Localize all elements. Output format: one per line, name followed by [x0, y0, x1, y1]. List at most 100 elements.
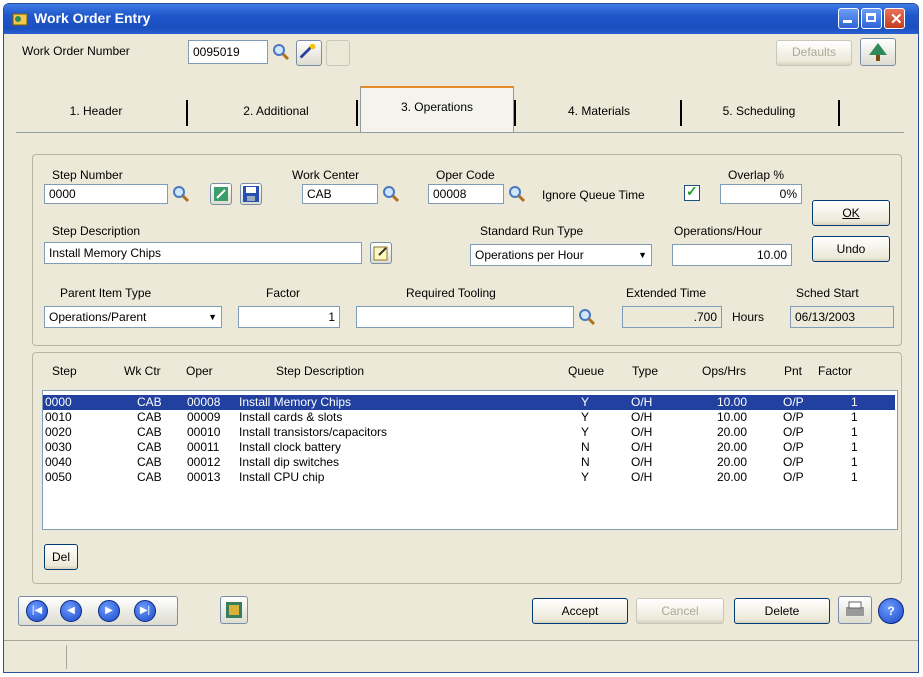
save-step-button[interactable] — [240, 183, 262, 205]
extended-time-label: Extended Time — [626, 286, 707, 300]
cancel-button[interactable]: Cancel — [636, 598, 724, 624]
table-row[interactable]: 0040 CAB 00012 Install dip switches N O/… — [43, 455, 895, 470]
cell-queue: Y — [581, 395, 590, 409]
tab-materials[interactable]: 4. Materials — [518, 92, 680, 130]
column-header-oper[interactable]: Oper — [186, 364, 213, 378]
operations-per-hour-input[interactable]: 10.00 — [672, 244, 792, 266]
tab-separator — [514, 100, 516, 126]
factor-input[interactable]: 1 — [238, 306, 340, 328]
tab-header[interactable]: 1. Header — [16, 92, 176, 130]
cell-pnt: O/P — [783, 410, 804, 424]
edit-step-button[interactable] — [210, 183, 232, 205]
cell-oper: 00008 — [187, 395, 221, 409]
blank-button[interactable] — [326, 40, 350, 66]
cell-pnt: O/P — [783, 440, 804, 454]
close-button[interactable]: ✕ — [884, 8, 905, 29]
table-row[interactable]: 0010 CAB 00009 Install cards & slots Y O… — [43, 410, 895, 425]
setup-button[interactable] — [860, 38, 896, 66]
work-center-lookup-icon[interactable] — [382, 185, 400, 203]
maximize-button[interactable] — [861, 8, 882, 29]
table-row[interactable]: 0020 CAB 00010 Install transistors/capac… — [43, 425, 895, 440]
delete-button[interactable]: Delete — [734, 598, 830, 624]
cell-step: 0050 — [45, 470, 72, 484]
cell-description: Install Memory Chips — [239, 395, 352, 409]
cell-wk-ctr: CAB — [137, 455, 162, 469]
column-header-wk-ctr[interactable]: Wk Ctr — [124, 364, 161, 378]
ignore-queue-time-checkbox[interactable]: ✓ — [684, 183, 700, 201]
table-row[interactable]: 0030 CAB 00011 Install clock battery N O… — [43, 440, 895, 455]
column-header-queue[interactable]: Queue — [568, 364, 604, 378]
column-header-step[interactable]: Step — [52, 364, 77, 378]
undo-label: Undo — [836, 242, 866, 256]
defaults-button[interactable]: Defaults — [776, 40, 852, 66]
tab-operations[interactable]: 3. Operations — [360, 86, 514, 132]
step-memo-button[interactable] — [370, 242, 392, 264]
cell-step: 0000 — [45, 395, 72, 409]
cell-pnt: O/P — [783, 395, 804, 409]
column-header-factor[interactable]: Factor — [818, 364, 852, 378]
tab-separator — [680, 100, 682, 126]
step-lookup-icon[interactable] — [172, 185, 190, 203]
work-order-lookup-icon[interactable] — [272, 43, 290, 61]
cell-description: Install cards & slots — [239, 410, 343, 424]
work-order-number-label: Work Order Number — [22, 44, 130, 58]
edit-icon — [214, 187, 228, 201]
standard-run-type-select[interactable]: Operations per Hour ▼ — [470, 244, 652, 266]
memo-manager-button[interactable] — [220, 596, 248, 624]
required-tooling-input[interactable] — [356, 306, 574, 328]
column-header-step-description[interactable]: Step Description — [276, 364, 364, 378]
step-description-input[interactable]: Install Memory Chips — [44, 242, 362, 264]
print-button[interactable] — [838, 596, 872, 624]
cell-queue: Y — [581, 410, 590, 424]
work-order-number-input[interactable]: 0095019 — [188, 40, 268, 64]
sched-start-value: 06/13/2003 — [790, 306, 894, 328]
last-record-icon[interactable]: ▶| — [134, 600, 156, 622]
parent-item-type-label: Parent Item Type — [60, 286, 152, 300]
tab-scheduling[interactable]: 5. Scheduling — [684, 92, 834, 130]
dropdown-arrow-icon: ▼ — [208, 312, 217, 322]
cell-oper: 00013 — [187, 470, 221, 484]
cell-description: Install clock battery — [239, 440, 342, 454]
cell-wk-ctr: CAB — [137, 425, 162, 439]
status-bar — [4, 640, 918, 672]
work-order-entry-window: Work Order Entry ✕ Work Order Number 009… — [3, 3, 919, 673]
tab-separator — [356, 100, 358, 126]
accept-button[interactable]: Accept — [532, 598, 628, 624]
column-header-ops-hrs[interactable]: Ops/Hrs — [702, 364, 746, 378]
memo-icon — [373, 246, 388, 261]
cell-type: O/H — [631, 410, 653, 424]
undo-button[interactable]: Undo — [812, 236, 890, 262]
column-header-pnt[interactable]: Pnt — [784, 364, 802, 378]
cell-description: Install transistors/capacitors — [239, 425, 388, 439]
table-row[interactable]: 0000 CAB 00008 Install Memory Chips Y O/… — [43, 395, 895, 410]
ok-button[interactable]: OK — [812, 200, 890, 226]
tooling-lookup-icon[interactable] — [578, 308, 596, 326]
step-description-label: Step Description — [52, 224, 141, 238]
title-bar[interactable]: Work Order Entry ✕ — [4, 4, 918, 34]
help-icon[interactable]: ? — [878, 598, 904, 624]
oper-code-input[interactable]: 00008 — [428, 184, 504, 204]
work-center-input[interactable]: CAB — [302, 184, 378, 204]
work-order-wizard-button[interactable] — [296, 40, 322, 66]
ok-label: OK — [842, 206, 860, 220]
step-number-label: Step Number — [52, 168, 123, 182]
delete-line-button[interactable]: Del — [44, 544, 78, 570]
tab-additional-label: 2. Additional — [243, 104, 309, 118]
next-record-icon[interactable]: ▶ — [98, 600, 120, 622]
oper-code-lookup-icon[interactable] — [508, 185, 526, 203]
step-number-input[interactable]: 0000 — [44, 184, 168, 204]
table-row[interactable]: 0050 CAB 00013 Install CPU chip Y O/H 20… — [43, 470, 895, 485]
cell-oper: 00009 — [187, 410, 221, 424]
overlap-input[interactable]: 0% — [720, 184, 802, 204]
hours-label: Hours — [732, 310, 765, 324]
previous-record-icon[interactable]: ◀ — [60, 600, 82, 622]
cell-oper: 00012 — [187, 455, 221, 469]
operations-per-hour-label: Operations/Hour — [674, 224, 763, 238]
tab-additional[interactable]: 2. Additional — [196, 92, 356, 130]
status-divider — [66, 645, 67, 669]
minimize-button[interactable] — [838, 8, 859, 29]
cell-pnt: O/P — [783, 470, 804, 484]
first-record-icon[interactable]: |◀ — [26, 600, 48, 622]
parent-item-type-select[interactable]: Operations/Parent ▼ — [44, 306, 222, 328]
column-header-type[interactable]: Type — [632, 364, 658, 378]
